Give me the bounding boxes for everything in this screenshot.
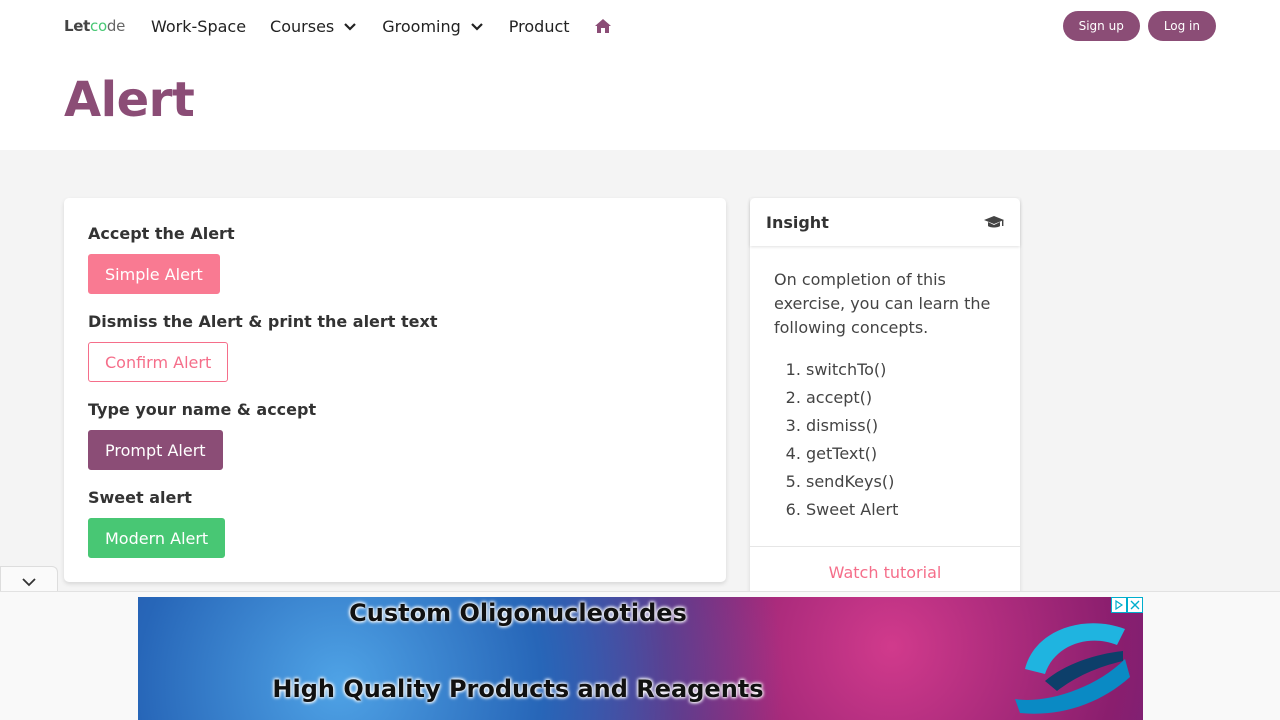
graduation-cap-icon (984, 216, 1004, 228)
alert-label-prompt: Type your name & accept (88, 400, 317, 419)
nav-item-courses[interactable]: Courses (270, 17, 358, 36)
close-icon[interactable] (1127, 597, 1143, 613)
concepts-list: switchTo() accept() dismiss() getText() … (774, 356, 996, 524)
nav-item-product[interactable]: Product (509, 17, 570, 36)
nav-item-workspace[interactable]: Work-Space (151, 17, 246, 36)
page-title: Alert (64, 72, 195, 128)
ad-headline: Custom Oligonucleotides (349, 599, 687, 627)
ad-bar: Custom Oligonucleotides High Quality Pro… (0, 591, 1280, 720)
concept-item: accept() (806, 384, 996, 412)
home-icon[interactable] (594, 18, 612, 34)
alert-label-dismiss: Dismiss the Alert & print the alert text (88, 312, 438, 331)
auth-buttons: Sign up Log in (1062, 11, 1216, 41)
modern-alert-button[interactable]: Modern Alert (88, 518, 226, 558)
insight-body: On completion of this exercise, you can … (750, 246, 1020, 524)
simple-alert-button[interactable]: Simple Alert (88, 254, 220, 294)
watch-tutorial-link[interactable]: Watch tutorial (829, 563, 942, 582)
nav-item-label: Courses (270, 16, 335, 36)
chevron-down-icon (471, 23, 483, 31)
concept-item: getText() (806, 440, 996, 468)
letcode-logo[interactable]: Let co de (64, 17, 125, 35)
ad-info-icon[interactable] (1111, 597, 1127, 613)
confirm-alert-button[interactable]: Confirm Alert (88, 342, 229, 382)
nav-item-grooming[interactable]: Grooming (382, 17, 485, 36)
chevron-down-icon (344, 23, 357, 31)
main-nav: Let co de Work-Space Courses Grooming Prod… (64, 0, 612, 52)
ad-brand-logo (1015, 623, 1130, 714)
ad-choices (1111, 597, 1143, 613)
header: Let co de Work-Space Courses Grooming Prod… (0, 0, 1280, 150)
signup-button[interactable]: Sign up (1062, 11, 1140, 41)
logo-part-let: Let (64, 17, 91, 35)
nav-item-label: Work-Space (151, 16, 247, 36)
login-button[interactable]: Log in (1147, 11, 1216, 41)
logo-part-co: co (90, 17, 107, 35)
nav-item-label: Product (508, 16, 570, 36)
ad-subline: High Quality Products and Reagents (272, 675, 764, 703)
alert-label-sweet: Sweet alert (88, 488, 192, 507)
concept-item: Sweet Alert (806, 496, 996, 524)
concept-item: switchTo() (806, 356, 996, 384)
insight-header: Insight (750, 198, 1020, 246)
alert-label-accept: Accept the Alert (88, 224, 235, 243)
chevron-down-icon (22, 577, 36, 586)
concept-item: sendKeys() (806, 468, 996, 496)
concept-item: dismiss() (806, 412, 996, 440)
logo-part-de: de (106, 17, 125, 35)
insight-description: On completion of this exercise, you can … (774, 270, 991, 337)
nav-item-label: Grooming (382, 16, 461, 36)
insight-title: Insight (766, 212, 829, 232)
ad-banner[interactable]: Custom Oligonucleotides High Quality Pro… (138, 597, 1143, 720)
prompt-alert-button[interactable]: Prompt Alert (88, 430, 223, 470)
alerts-card: Accept the Alert Simple Alert Dismiss th… (64, 198, 726, 582)
insight-card: Insight On completion of this exercise, … (750, 198, 1020, 598)
